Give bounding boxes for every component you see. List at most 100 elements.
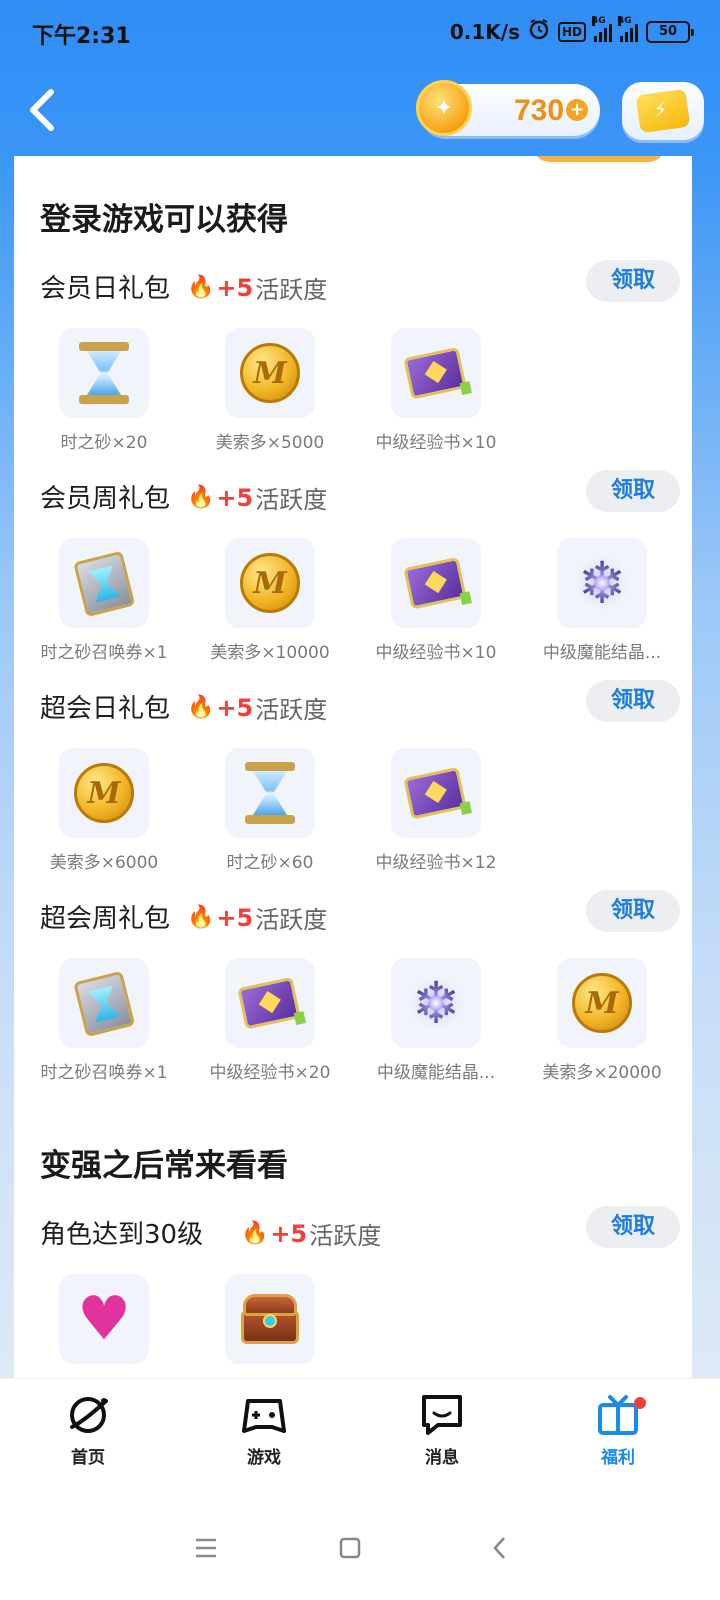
reward-item[interactable]: M 美索多×6000 (14, 748, 180, 882)
menu-button[interactable] (186, 1528, 226, 1568)
reward-item[interactable]: 中级经验书×10 (346, 328, 512, 462)
reward-item[interactable]: M 美索多×20000 (512, 958, 678, 1092)
reward-item-label: 中级魔能结晶... (542, 643, 662, 663)
reward-unit: 活跃度 (255, 696, 328, 724)
reward-item-label: 时之砂×20 (60, 433, 148, 453)
reward-item-label: 中级经验书×10 (375, 643, 497, 663)
reward-unit: 活跃度 (255, 276, 328, 304)
reward-item[interactable]: 时之砂×20 (14, 328, 180, 462)
coin-icon: M (225, 328, 315, 418)
reward-item[interactable]: ♥优良的元素精... (14, 1274, 180, 1378)
reward-item[interactable]: 时之砂召唤券×1 (14, 958, 180, 1092)
reward-item-label: 中级经验书×10 (375, 433, 497, 453)
content-card: 登录游戏可以获得 会员日礼包 🔥 +5 活跃度 领取 时之砂×20 M 美索多×5000 中级经验… (14, 156, 692, 1378)
reward-item[interactable]: 时之砂×60 (180, 748, 346, 882)
alarm-icon (528, 18, 550, 45)
menu-icon (196, 1538, 216, 1558)
nav-label: 游戏 (247, 1448, 281, 1468)
fire-icon: 🔥 (241, 1221, 269, 1246)
bottom-nav: 首页 游戏 消息 福利 (0, 1378, 720, 1490)
chest-icon (225, 1274, 315, 1364)
home-square-icon (339, 1537, 361, 1559)
reward-value: +5 (216, 903, 254, 932)
claim-button[interactable]: 领取 (586, 260, 680, 302)
reward-value: +5 (216, 273, 254, 302)
nav-item-home[interactable]: 首页 (28, 1393, 148, 1477)
reward-unit: 活跃度 (309, 1222, 382, 1250)
nav-item-benefits[interactable]: 福利 (558, 1393, 678, 1477)
reward-items: 时之砂召唤券×1 中级经验书×20 ❄ 中级魔能结晶... M 美索多×20000 (14, 958, 692, 1092)
pack-reward: 🔥 +5 活跃度 (187, 900, 327, 935)
reward-item[interactable]: 英雄羁绊宝箱... (180, 1274, 346, 1378)
reward-item-label: 美索多×5000 (215, 433, 325, 453)
claim-button[interactable]: 领取 (586, 680, 680, 722)
pack-header: 超会周礼包 🔥 +5 活跃度 领取 (40, 890, 680, 938)
signal-icon-2: 4G (618, 15, 638, 42)
pack-header: 会员周礼包 🔥 +5 活跃度 领取 (40, 470, 680, 518)
nav-label: 消息 (425, 1448, 459, 1468)
reward-item[interactable]: M 美索多×10000 (180, 538, 346, 672)
reward-value: +5 (216, 693, 254, 722)
claim-button[interactable]: 领取 (586, 1206, 680, 1248)
network-type-1: 4G (592, 15, 606, 26)
nav-label: 福利 (601, 1448, 635, 1468)
pack-name: 会员周礼包 (40, 484, 171, 514)
pack-name: 超会周礼包 (40, 904, 171, 934)
header: ✦ 730 + (0, 64, 720, 156)
bonus-box-button[interactable] (622, 82, 704, 140)
reward-items: M 美索多×6000 时之砂×60 中级经验书×12 (14, 748, 692, 882)
claim-button[interactable]: 领取 (586, 890, 680, 932)
reward-value: +5 (270, 1219, 308, 1248)
back-button[interactable] (22, 82, 62, 138)
hourglass-icon (59, 328, 149, 418)
reward-items: 时之砂召唤券×1 M 美索多×10000 中级经验书×10 ❄ 中级魔能结晶... (14, 538, 692, 672)
notification-dot (634, 1397, 646, 1409)
book-icon (391, 748, 481, 838)
fire-icon: 🔥 (187, 695, 215, 720)
pack-reward: 🔥 +5 活跃度 (187, 270, 327, 305)
coin-icon: M (225, 538, 315, 628)
reward-item[interactable]: 中级经验书×12 (346, 748, 512, 882)
reward-item-label: 中级经验书×12 (375, 853, 497, 873)
reward-item[interactable]: M 美索多×5000 (180, 328, 346, 462)
home-button[interactable] (330, 1528, 370, 1568)
reward-item-label: 美索多×6000 (49, 853, 159, 873)
book-icon (225, 958, 315, 1048)
reward-item[interactable]: 中级经验书×20 (180, 958, 346, 1092)
reward-item[interactable]: ❄ 中级魔能结晶... (346, 958, 512, 1092)
nav-label: 首页 (71, 1448, 105, 1468)
previous-row-button[interactable] (532, 156, 666, 162)
nav-item-games[interactable]: 游戏 (204, 1393, 324, 1477)
pack-reward: 🔥 +5 活跃度 (187, 690, 327, 725)
claim-button[interactable]: 领取 (586, 470, 680, 512)
reward-unit: 活跃度 (255, 486, 328, 514)
reward-item[interactable]: ❄ 中级魔能结晶... (512, 538, 678, 672)
pack-reward: 🔥 +5 活跃度 (187, 480, 327, 515)
system-back-button[interactable] (480, 1528, 520, 1568)
coin-balance[interactable]: ✦ 730 + (416, 80, 600, 136)
battery-icon: 50 (646, 20, 694, 43)
signal-icon-1: 4G (592, 15, 612, 42)
hd-icon: HD (557, 21, 586, 42)
reward-item[interactable]: 中级经验书×10 (346, 538, 512, 672)
pack-header: 超会日礼包 🔥 +5 活跃度 领取 (40, 680, 680, 728)
coin-icon: M (59, 748, 149, 838)
book-icon (391, 328, 481, 418)
reward-item-label: 中级魔能结晶... (376, 1063, 496, 1083)
network-speed: 0.1K/s (449, 19, 520, 44)
system-nav-bar (0, 1490, 720, 1600)
bonus-box-icon (635, 88, 691, 134)
reward-item-label: 时之砂×60 (226, 853, 314, 873)
reward-item[interactable]: 时之砂召唤券×1 (14, 538, 180, 672)
scrolled-previous-row (14, 156, 692, 164)
reward-item-label: 美索多×10000 (210, 643, 330, 663)
gamepad-icon (242, 1399, 286, 1433)
hourglass-icon (225, 748, 315, 838)
add-coin-icon[interactable]: + (566, 99, 588, 121)
back-arrow-icon (30, 89, 54, 131)
reward-items: 时之砂×20 M 美索多×5000 中级经验书×10 (14, 328, 692, 462)
coin-icon: ✦ (416, 80, 472, 136)
pack-name: 角色达到30级 (40, 1220, 204, 1250)
nav-item-messages[interactable]: 消息 (382, 1393, 502, 1477)
status-time: 下午2:31 (32, 24, 131, 49)
